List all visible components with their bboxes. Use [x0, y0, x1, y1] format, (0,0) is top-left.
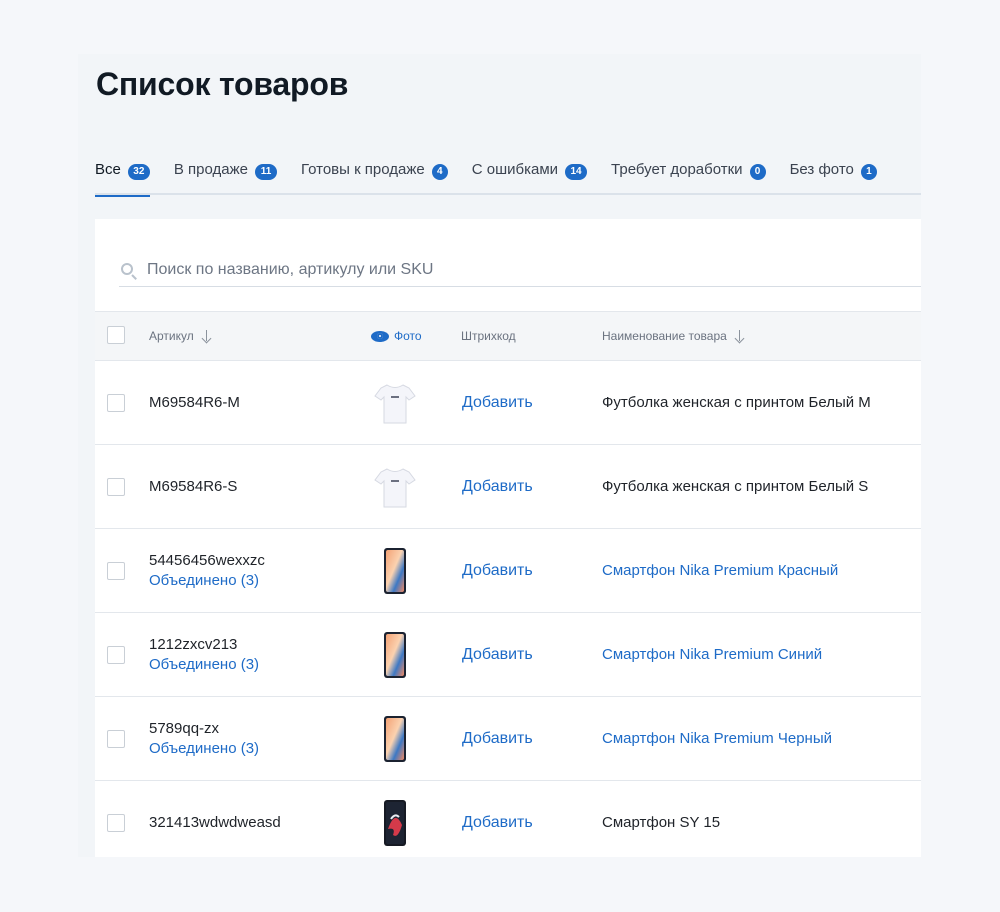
smartphone-photo[interactable] — [367, 544, 423, 598]
sort-arrow-down-icon — [202, 330, 212, 342]
column-barcode: Штрихкод — [461, 329, 516, 343]
row-checkbox[interactable] — [107, 562, 125, 580]
search-icon — [119, 262, 141, 282]
merged-link[interactable]: Объединено (3) — [149, 740, 259, 757]
select-all-checkbox[interactable] — [107, 326, 125, 344]
add-barcode-link[interactable]: Добавить — [462, 562, 533, 580]
column-product-name[interactable]: Наименование товара — [602, 329, 745, 343]
column-label: Наименование товара — [602, 329, 727, 343]
column-article[interactable]: Артикул — [149, 329, 212, 343]
tab-label: Без фото — [789, 161, 854, 178]
count-badge: 0 — [749, 164, 766, 180]
tshirt-photo[interactable] — [367, 376, 423, 430]
product-name-link[interactable]: Смартфон Nika Premium Черный — [602, 730, 832, 747]
table-row[interactable]: M69584R6-S Добавить Футболка женская с п… — [95, 445, 921, 529]
eye-icon — [371, 330, 389, 342]
products-card: Артикул Фото Штрихкод Наименование товар… — [95, 219, 921, 857]
tshirt-photo[interactable] — [367, 460, 423, 514]
search-bar — [119, 259, 921, 287]
article-value: 321413wdwdweasd — [149, 814, 281, 831]
status-tabs: Все 32 В продаже 11 Готовы к продаже 4 С… — [95, 153, 921, 197]
tab-label: С ошибками — [471, 161, 559, 178]
table-row[interactable]: M69584R6-M Добавить Футболка женская с п… — [95, 361, 921, 445]
tab-with-errors[interactable]: С ошибками 14 — [471, 153, 588, 195]
count-badge: 14 — [565, 164, 588, 180]
row-checkbox[interactable] — [107, 394, 125, 412]
table-row[interactable]: 5789qq-zx Объединено (3) Добавить Смартф… — [95, 697, 921, 781]
product-name-link[interactable]: Смартфон Nika Premium Красный — [602, 562, 838, 579]
product-name: Футболка женская с принтом Белый S — [602, 478, 869, 495]
tab-label: Все — [95, 161, 121, 178]
add-barcode-link[interactable]: Добавить — [462, 814, 533, 832]
tab-no-photo[interactable]: Без фото 1 — [790, 153, 877, 195]
product-name: Футболка женская с принтом Белый M — [602, 394, 871, 411]
smartphone-photo[interactable] — [367, 712, 423, 766]
article-value: 5789qq-zx — [149, 720, 220, 737]
row-checkbox[interactable] — [107, 814, 125, 832]
row-checkbox[interactable] — [107, 730, 125, 748]
column-label: Штрихкод — [461, 329, 516, 343]
tab-ready-to-sell[interactable]: Готовы к продаже 4 — [301, 153, 448, 195]
count-badge: 4 — [431, 164, 448, 180]
add-barcode-link[interactable]: Добавить — [462, 646, 533, 664]
count-badge: 1 — [860, 164, 877, 180]
tab-needs-revision[interactable]: Требует доработки 0 — [611, 153, 766, 195]
tab-all[interactable]: Все 32 — [95, 153, 150, 197]
search-input[interactable] — [147, 261, 847, 279]
smartphone-dark-photo[interactable] — [367, 796, 423, 850]
add-barcode-link[interactable]: Добавить — [462, 394, 533, 412]
sort-arrow-down-icon — [735, 330, 745, 342]
add-barcode-link[interactable]: Добавить — [462, 478, 533, 496]
column-label: Артикул — [149, 329, 194, 343]
table-row[interactable]: 1212zxcv213 Объединено (3) Добавить Смар… — [95, 613, 921, 697]
article-value: M69584R6-M — [149, 394, 240, 411]
article-value: 1212zxcv213 — [149, 636, 238, 653]
merged-link[interactable]: Объединено (3) — [149, 572, 259, 589]
tab-label: В продаже — [173, 161, 248, 178]
smartphone-photo[interactable] — [367, 628, 423, 682]
tab-label: Готовы к продаже — [300, 161, 425, 178]
article-value: 54456456wexxzc — [149, 552, 265, 569]
count-badge: 11 — [254, 164, 277, 180]
add-barcode-link[interactable]: Добавить — [462, 730, 533, 748]
table-row[interactable]: 321413wdwdweasd Добавить Смартфон SY 15 — [95, 781, 921, 857]
table-row[interactable]: 54456456wexxzc Объединено (3) Добавить С… — [95, 529, 921, 613]
row-checkbox[interactable] — [107, 478, 125, 496]
tab-label: Требует доработки — [611, 161, 743, 178]
column-photo[interactable]: Фото — [371, 329, 422, 343]
product-name-link[interactable]: Смартфон Nika Premium Синий — [602, 646, 822, 663]
product-name: Смартфон SY 15 — [602, 814, 721, 831]
count-badge: 32 — [127, 164, 150, 180]
tab-on-sale[interactable]: В продаже 11 — [174, 153, 277, 195]
column-label: Фото — [394, 329, 422, 343]
row-checkbox[interactable] — [107, 646, 125, 664]
merged-link[interactable]: Объединено (3) — [149, 656, 259, 673]
article-value: M69584R6-S — [149, 478, 238, 495]
page-title: Список товаров — [96, 66, 349, 102]
table-header: Артикул Фото Штрихкод Наименование товар… — [95, 311, 921, 361]
